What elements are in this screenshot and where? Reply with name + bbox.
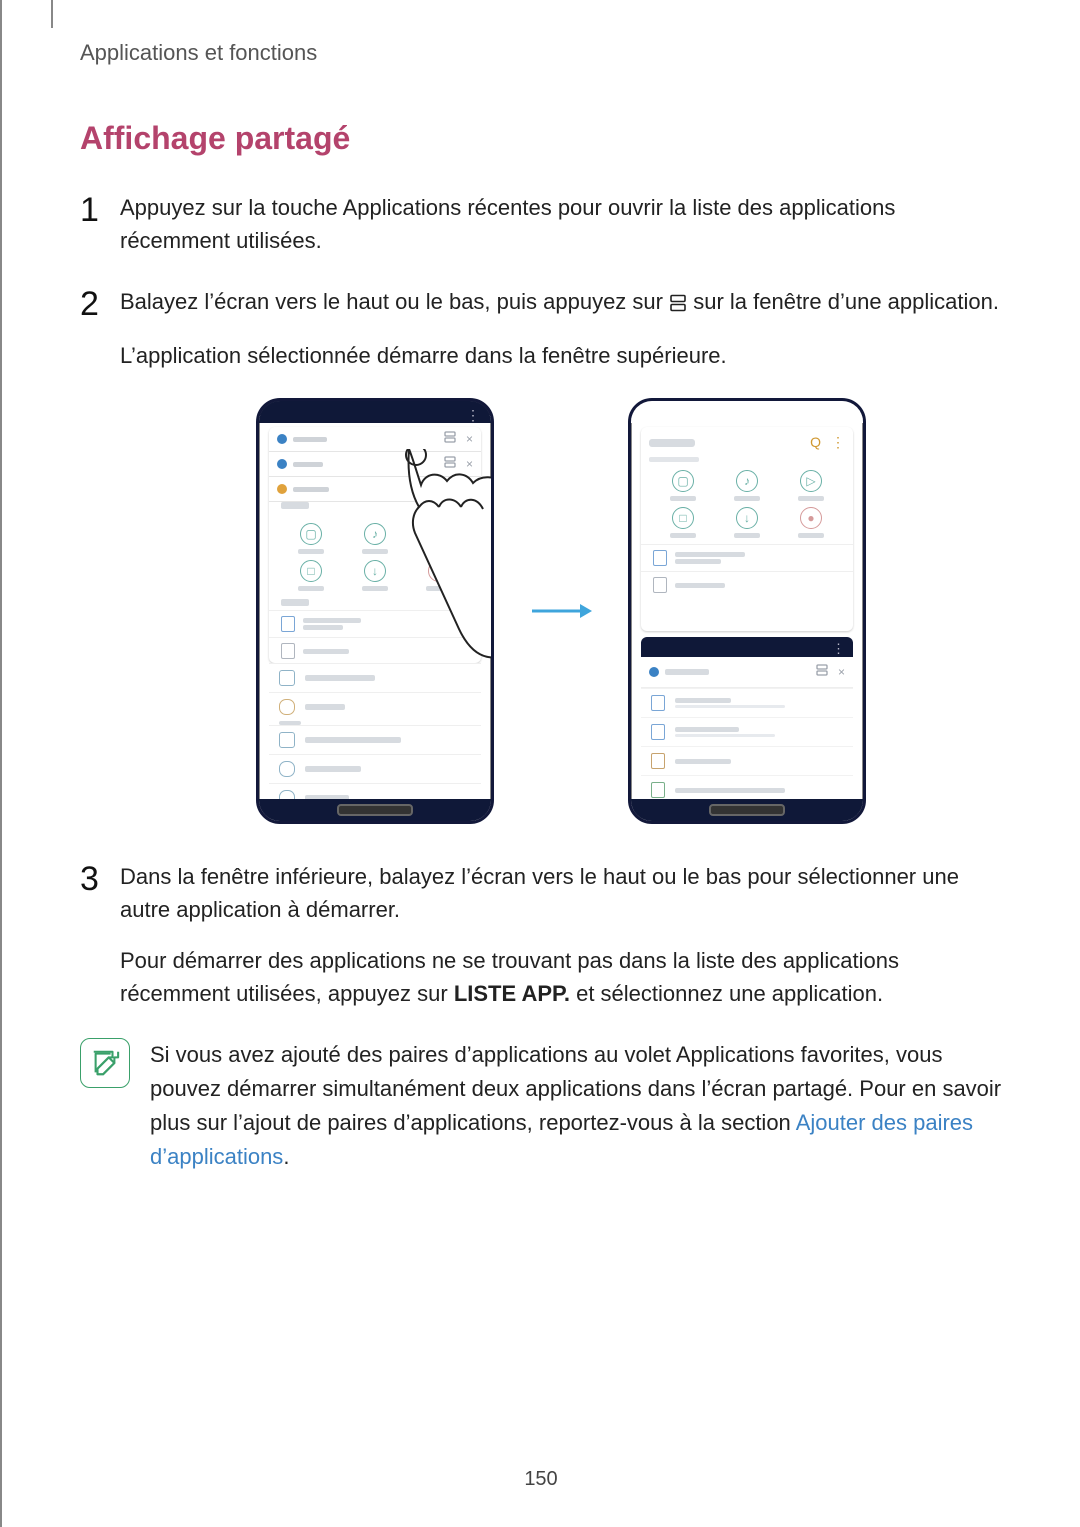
image-icon: ▢: [300, 523, 322, 545]
document-icon: □: [300, 560, 322, 582]
step-1: Appuyez sur la touche Applications récen…: [80, 191, 1002, 257]
close-icon: ×: [466, 480, 473, 498]
bottom-list-left: [269, 663, 481, 795]
download-icon: ↓: [736, 507, 758, 529]
step-1-text: Appuyez sur la touche Applications récen…: [120, 195, 895, 253]
navbar-right: [631, 799, 863, 821]
music-note-icon: ♪: [364, 523, 386, 545]
split-view-icon: [444, 430, 456, 448]
step-2: Balayez l’écran vers le haut ou le bas, …: [80, 285, 1002, 824]
step-3: Dans la fenêtre inférieure, balayez l’éc…: [80, 860, 1002, 1010]
record-icon: ●: [428, 560, 450, 582]
play-icon: ▷: [800, 470, 822, 492]
step-2-subtext: L’application sélectionnée démarre dans …: [120, 339, 1002, 372]
record-icon: ●: [800, 507, 822, 529]
page-number: 150: [2, 1468, 1080, 1491]
note-block: Si vous avez ajouté des paires d’applica…: [80, 1038, 1002, 1174]
step-3-text: Dans la fenêtre inférieure, balayez l’éc…: [120, 864, 959, 922]
split-view-icon: [444, 480, 456, 498]
figure-row: ⋮ ×: [120, 398, 1002, 824]
more-icon: ⋮: [831, 432, 845, 453]
music-note-icon: ♪: [736, 470, 758, 492]
split-view-icon: [816, 663, 828, 681]
more-icon: ⋮: [832, 639, 845, 659]
note-text: Si vous avez ajouté des paires d’applica…: [150, 1038, 1002, 1174]
statusbar-left: ⋮: [259, 401, 491, 423]
image-icon: ▢: [672, 470, 694, 492]
close-icon: ×: [466, 455, 473, 473]
phone-right: Q ⋮ ▢ ♪ ▷ □ ↓ ●: [628, 398, 866, 824]
top-pane: Q ⋮ ▢ ♪ ▷ □ ↓ ●: [641, 427, 853, 631]
split-view-icon: [669, 288, 687, 321]
close-icon: ×: [838, 663, 845, 681]
breadcrumb: Applications et fonctions: [80, 40, 1002, 66]
manual-page: Applications et fonctions Affichage part…: [0, 0, 1080, 1527]
recent-apps-card: × ×: [269, 427, 481, 663]
bottom-pane: ×: [641, 657, 853, 803]
search-icon: Q: [810, 432, 821, 453]
split-view-icon: [444, 455, 456, 473]
navbar-left: [259, 799, 491, 821]
steps-list: Appuyez sur la touche Applications récen…: [80, 191, 1002, 1010]
close-icon: ×: [466, 430, 473, 448]
split-handle: ⋮: [641, 637, 853, 657]
phone-left: ⋮ ×: [256, 398, 494, 824]
note-icon: [80, 1038, 130, 1088]
statusbar-right: [631, 401, 863, 423]
arrow-right-icon: [530, 601, 592, 621]
section-title: Affichage partagé: [80, 120, 1002, 157]
download-icon: ↓: [364, 560, 386, 582]
document-icon: □: [672, 507, 694, 529]
step-2-text-b: sur la fenêtre d’une application.: [693, 289, 999, 314]
step-2-text-a: Balayez l’écran vers le haut ou le bas, …: [120, 289, 669, 314]
step-3-subtext: Pour démarrer des applications ne se tro…: [120, 944, 1002, 1010]
play-icon: ▷: [428, 523, 450, 545]
liste-app-label: LISTE APP.: [454, 981, 570, 1006]
popup-icon: □: [427, 480, 434, 498]
more-icon: ⋮: [466, 405, 481, 426]
